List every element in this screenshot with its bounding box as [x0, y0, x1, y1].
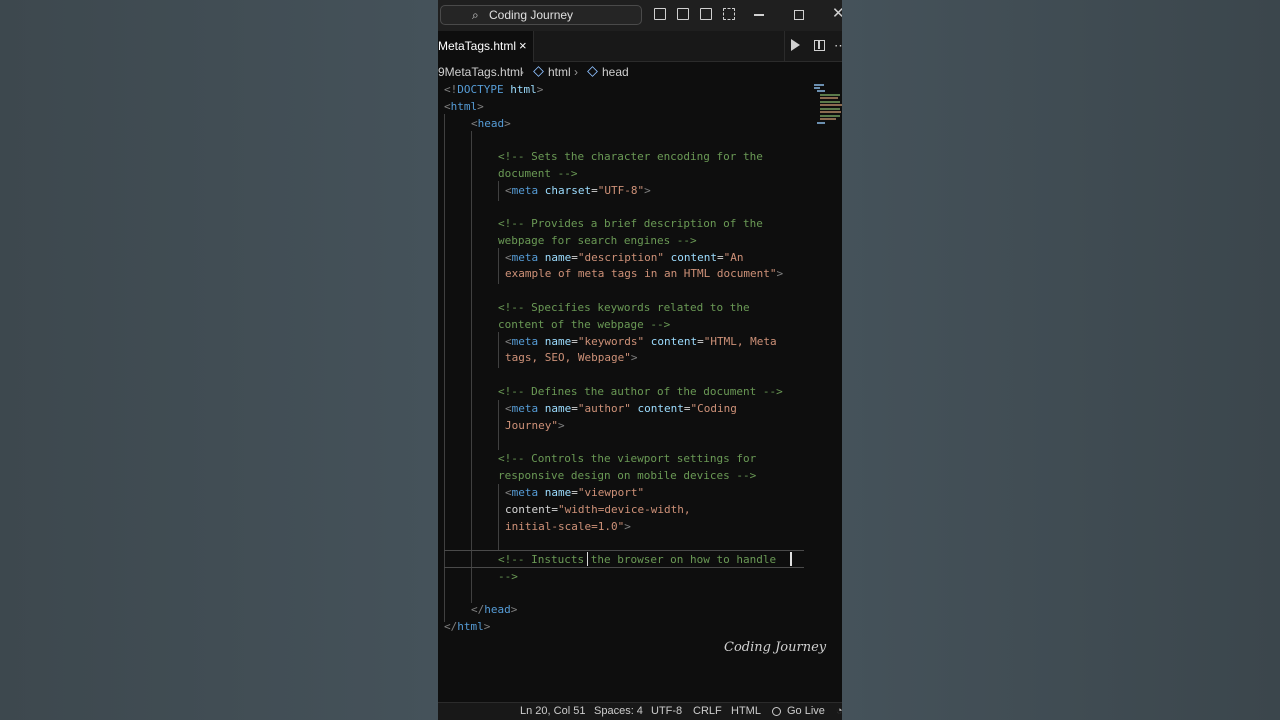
code-line-1: <!DOCTYPE html> — [444, 83, 544, 96]
code-line-meta-keywords-cont: tags, SEO, Webpage"> — [505, 351, 638, 364]
code-comment: responsive design on mobile devices --> — [498, 469, 757, 482]
more-actions-icon[interactable]: ⋯ — [834, 38, 842, 54]
breadcrumb-html[interactable]: html — [548, 62, 571, 82]
code-comment: <!-- Sets the character encoding for the — [498, 150, 763, 163]
indent-guide — [444, 114, 445, 622]
code-comment: content of the webpage --> — [498, 318, 671, 331]
split-editor-icon[interactable] — [814, 40, 825, 51]
code-line-3: <head> — [471, 117, 511, 130]
command-center-search[interactable]: ⌕ Coding Journey — [440, 5, 642, 25]
maximize-button[interactable] — [794, 10, 804, 20]
broadcast-icon — [772, 707, 781, 716]
status-bar: Ln 20, Col 51 Spaces: 4 UTF-8 CRLF HTML … — [438, 702, 842, 720]
code-editor-window: ⌕ Coding Journey ✕ MetaTags.html × ⋯ 9Me… — [438, 0, 842, 720]
code-comment: webpage for search engines --> — [498, 234, 697, 247]
indent-guide — [498, 332, 499, 368]
go-live-button[interactable]: Go Live — [787, 703, 825, 720]
play-icon — [791, 39, 800, 51]
mouse-ibeam-cursor — [587, 552, 588, 566]
code-comment: <!-- Provides a brief description of the — [498, 217, 763, 230]
cursor-position[interactable]: Ln 20, Col 51 — [520, 703, 585, 720]
title-bar: ⌕ Coding Journey ✕ — [438, 0, 842, 31]
code-line-meta-viewport-cont2: initial-scale=1.0"> — [505, 520, 631, 533]
chevron-right-icon: › — [574, 65, 578, 79]
close-window-button[interactable]: ✕ — [832, 5, 842, 23]
customize-layout-icon[interactable] — [723, 8, 735, 20]
search-icon: ⌕ — [472, 8, 479, 22]
code-line-meta-author: <meta name="author" content="Coding — [505, 402, 737, 415]
eol-setting[interactable]: CRLF — [693, 703, 722, 720]
background-left — [0, 0, 438, 720]
indentation-setting[interactable]: Spaces: 4 — [594, 703, 643, 720]
toggle-panel-icon[interactable] — [677, 8, 689, 20]
code-comment: <!-- Specifies keywords related to the — [498, 301, 750, 314]
text-caret — [790, 552, 792, 566]
close-tab-icon[interactable]: × — [519, 38, 527, 53]
code-line-meta-viewport: <meta name="viewport" — [505, 486, 645, 499]
code-line-meta-charset: <meta charset="UTF-8"> — [505, 184, 651, 197]
code-comment: <!-- Controls the viewport settings for — [498, 452, 757, 465]
notifications-icon[interactable]: ◔ — [836, 703, 842, 720]
chevron-right-icon: › — [520, 65, 524, 79]
language-mode[interactable]: HTML — [731, 703, 761, 720]
toggle-primary-sidebar-icon[interactable] — [654, 8, 666, 20]
background-right — [842, 0, 1280, 720]
watermark-text: Coding Journey — [724, 640, 827, 655]
breadcrumb: 9MetaTags.html › html › head — [438, 62, 842, 82]
code-line-meta-description: <meta name="description" content="An — [505, 251, 744, 264]
indent-guide — [471, 131, 472, 603]
element-icon — [533, 66, 544, 77]
tab-label: MetaTags.html — [438, 39, 517, 53]
search-label: Coding Journey — [489, 8, 574, 22]
indent-guide — [498, 484, 499, 550]
tab-metatags[interactable]: MetaTags.html × — [438, 31, 534, 62]
indent-guide — [498, 400, 499, 450]
code-comment: <!-- Defines the author of the document … — [498, 385, 783, 398]
code-line-meta-author-cont: Journey"> — [505, 419, 565, 432]
minimap[interactable] — [812, 82, 842, 126]
code-line-meta-description-cont: example of meta tags in an HTML document… — [505, 267, 784, 280]
code-line-head-close: </head> — [471, 603, 518, 616]
code-line-2: <html> — [444, 100, 484, 113]
minimize-button[interactable] — [754, 14, 764, 16]
encoding-setting[interactable]: UTF-8 — [651, 703, 682, 720]
code-line-html-close: </html> — [444, 620, 491, 633]
code-comment-current: <!-- Instucts the browser on how to hand… — [498, 553, 777, 566]
code-comment: document --> — [498, 167, 578, 180]
tab-bar: MetaTags.html × — [438, 31, 842, 62]
indent-guide — [498, 248, 499, 284]
run-button[interactable] — [784, 31, 811, 62]
code-line-meta-keywords: <meta name="keywords" content="HTML, Met… — [505, 335, 777, 348]
breadcrumb-head[interactable]: head — [602, 62, 629, 82]
element-icon — [587, 66, 598, 77]
code-comment: --> — [498, 570, 518, 583]
code-area[interactable]: <!DOCTYPE html> <html> <head> <!-- Sets … — [438, 82, 842, 702]
indent-guide — [498, 181, 499, 201]
code-line-meta-viewport-cont: content="width=device-width, — [505, 503, 691, 516]
toggle-secondary-sidebar-icon[interactable] — [700, 8, 712, 20]
breadcrumb-file[interactable]: 9MetaTags.html — [438, 62, 523, 82]
